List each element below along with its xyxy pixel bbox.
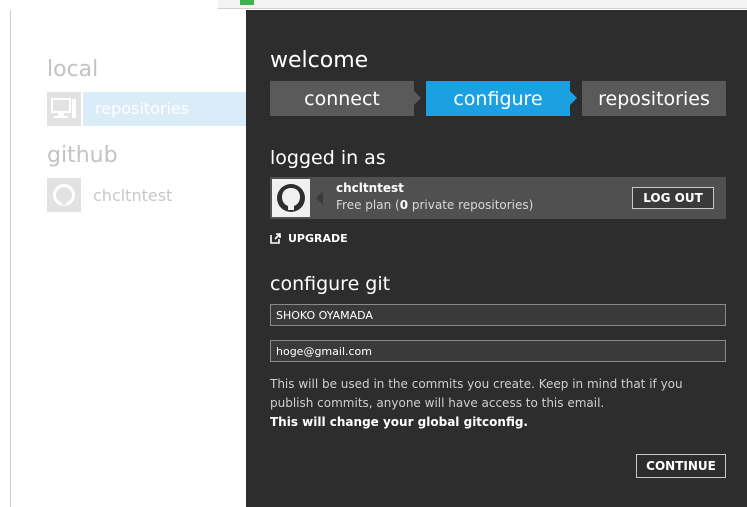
- local-section-label: local: [47, 57, 99, 82]
- github-octocat-icon: [277, 184, 305, 212]
- left-navigation-pane: local repositories github chcltntest: [10, 10, 247, 507]
- git-name-field[interactable]: [270, 304, 726, 326]
- account-username: chcltntest: [336, 181, 404, 195]
- configure-git-heading: configure git: [270, 273, 391, 295]
- account-plan: Free plan (0 private repositories): [336, 198, 533, 212]
- continue-button[interactable]: CONTINUE: [636, 454, 726, 478]
- avatar-pointer: [316, 191, 323, 205]
- private-repo-count: 0: [399, 198, 409, 212]
- page-title: welcome: [270, 48, 369, 73]
- account-card: chcltntest Free plan (0 private reposito…: [270, 177, 726, 219]
- plan-prefix: Free plan (: [336, 198, 400, 212]
- commit-info-text: This will be used in the commits you cre…: [270, 377, 683, 410]
- plan-suffix: private repositories): [408, 198, 534, 212]
- step-label: connect: [304, 87, 380, 110]
- configure-description: This will be used in the commits you cre…: [270, 375, 720, 432]
- github-section-label: github: [47, 143, 118, 168]
- welcome-panel: welcome connect configure repositories l…: [246, 10, 747, 507]
- log-out-button[interactable]: LOG OUT: [632, 187, 714, 209]
- github-octocat-icon: [47, 178, 81, 212]
- app-icon: [240, 0, 254, 5]
- sidebar-item-label: repositories: [83, 92, 247, 126]
- external-link-icon: [270, 232, 281, 244]
- computer-icon: [47, 92, 81, 126]
- gitconfig-warning: This will change your global gitconfig.: [270, 415, 528, 429]
- sidebar-item-github-account[interactable]: chcltntest: [47, 178, 172, 212]
- step-connect[interactable]: connect: [270, 81, 421, 116]
- background-window-titlebar: [218, 0, 747, 9]
- sidebar-item-local-repositories[interactable]: repositories: [47, 92, 247, 126]
- upgrade-link[interactable]: UPGRADE: [270, 231, 348, 245]
- step-configure[interactable]: configure: [426, 81, 577, 116]
- git-email-field[interactable]: [270, 340, 726, 362]
- avatar: [272, 179, 310, 217]
- step-arrow-icon: [570, 91, 577, 105]
- logged-in-heading: logged in as: [270, 147, 386, 169]
- step-arrow-icon: [414, 91, 421, 105]
- step-label: repositories: [598, 87, 710, 110]
- sidebar-item-label: chcltntest: [93, 185, 173, 205]
- step-repositories[interactable]: repositories: [582, 81, 726, 116]
- upgrade-label: UPGRADE: [288, 231, 348, 245]
- step-label: configure: [453, 87, 543, 110]
- window-top-strip: [0, 0, 747, 10]
